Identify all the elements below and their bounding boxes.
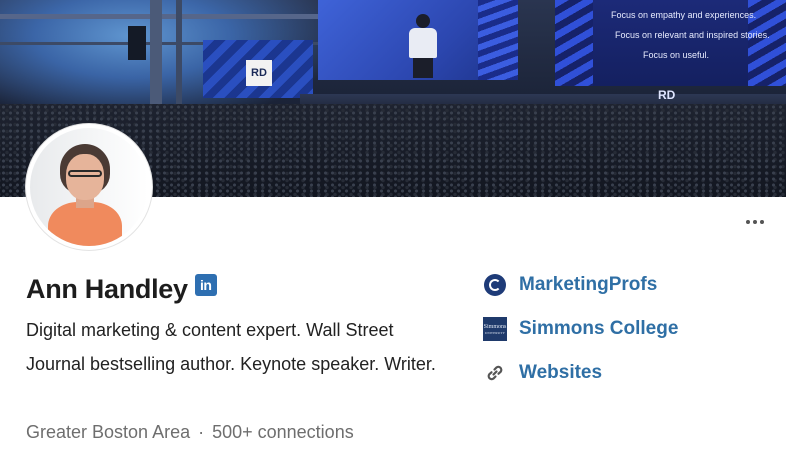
presentation-slide: Focus on empathy and experiences. Focus … xyxy=(555,0,786,86)
websites-link[interactable]: Websites xyxy=(483,361,602,385)
simmons-logo-subtext: UNIVERSITY xyxy=(485,330,505,335)
company-link-label[interactable]: MarketingProfs xyxy=(519,274,657,296)
school-link-label[interactable]: Simmons College xyxy=(519,318,678,340)
slide-line-1: Focus on empathy and experiences. xyxy=(611,10,757,20)
profile-meta: Greater Boston Area · 500+ connections xyxy=(26,421,354,443)
profile-card: RD Focus on empathy and experiences. Foc… xyxy=(0,0,786,459)
slide-line-2: Focus on relevant and inspired stories. xyxy=(615,30,770,40)
name-row: Ann Handley in xyxy=(26,271,217,307)
company-link-marketingprofs[interactable]: MarketingProfs xyxy=(483,273,657,297)
profile-location: Greater Boston Area xyxy=(26,422,191,442)
chain-link-icon xyxy=(483,361,507,385)
meta-separator: · xyxy=(198,422,205,442)
websites-link-label[interactable]: Websites xyxy=(519,362,602,384)
connections-link[interactable]: 500+ connections xyxy=(212,422,354,442)
rd-stage-logo: RD xyxy=(658,88,676,102)
simmons-logo-text: Simmons xyxy=(483,323,507,330)
linkedin-icon: in xyxy=(194,274,217,296)
school-link-simmons[interactable]: Simmons UNIVERSITY Simmons College xyxy=(483,317,678,341)
speaker-figure xyxy=(403,14,443,78)
more-options-icon[interactable] xyxy=(740,212,770,232)
slide-line-3: Focus on useful. xyxy=(643,50,710,60)
rd-banner-logo: RD xyxy=(246,60,272,86)
simmons-college-logo: Simmons UNIVERSITY xyxy=(483,317,507,341)
profile-photo[interactable] xyxy=(26,124,152,250)
company-globe-icon xyxy=(483,273,507,297)
profile-headline: Digital marketing & content expert. Wall… xyxy=(26,320,436,374)
profile-name: Ann Handley xyxy=(26,274,188,304)
